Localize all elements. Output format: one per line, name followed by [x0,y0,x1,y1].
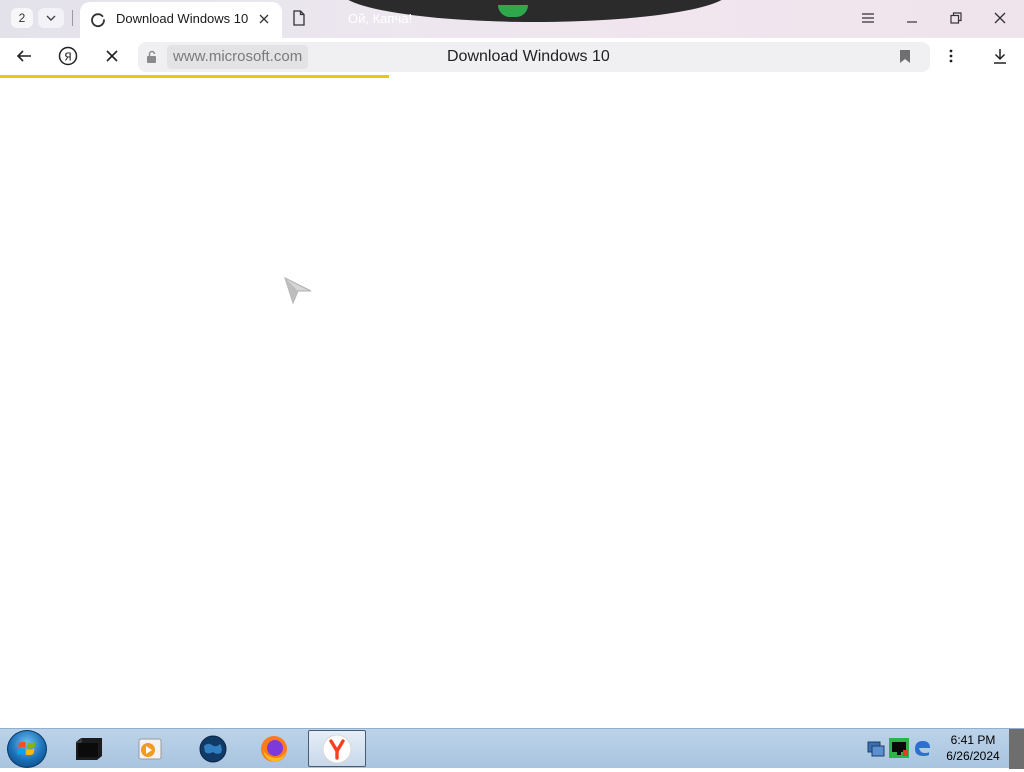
taskbar-yandex-browser[interactable] [308,730,366,767]
document-icon [293,10,305,26]
taskbar-media-player[interactable] [121,730,179,767]
taskbar-firefox[interactable] [245,730,303,767]
taskbar-globe[interactable] [184,730,242,767]
taskbar: 6:41 PM 6/26/2024 [0,728,1024,769]
page-content [0,78,1024,728]
address-page-title: Download Windows 10 [447,48,610,65]
tab-count-badge[interactable]: 2 [11,8,33,28]
clock-time: 6:41 PM [950,733,996,747]
more-vertical-icon [949,49,953,63]
arrow-left-icon [16,50,31,62]
media-player-icon [138,738,162,759]
close-window-button[interactable] [986,6,1014,30]
tab-title: Download Windows 10 [116,11,249,26]
mouse-cursor-icon [284,277,312,305]
globe-icon [199,735,227,762]
close-icon [106,50,118,62]
display-icon[interactable] [889,738,909,758]
yandex-logo-icon: Я [58,46,78,66]
clock-date: 6/26/2024 [946,749,1000,763]
back-button[interactable] [10,42,38,70]
chevron-down-icon [46,15,56,21]
network-icon[interactable] [866,738,886,758]
hamburger-menu-icon [862,13,874,23]
tab-captcha[interactable]: Ой, Капча! [286,2,466,36]
terminal-icon [76,737,102,760]
address-domain[interactable]: www.microsoft.com [167,45,309,69]
svg-text:Я: Я [64,51,72,64]
bookmark-icon[interactable] [899,49,911,64]
download-icon [994,49,1006,64]
taskbar-terminal[interactable] [60,730,118,767]
more-options-button[interactable] [937,42,965,70]
tab-download-windows[interactable]: Download Windows 10 [80,2,282,38]
start-button[interactable] [7,730,47,768]
unlocked-lock-icon[interactable] [145,50,159,64]
yandex-browser-icon [322,734,352,763]
browser-menu-button[interactable] [854,6,882,30]
system-clock[interactable]: 6:41 PM 6/26/2024 [938,732,1008,764]
tab-strip: 2 Download Windows 10 Ой, Капча! [0,0,1024,38]
restore-icon [950,12,962,24]
tab-title: Ой, Капча! [348,11,413,26]
minimize-button[interactable] [898,6,926,30]
firefox-icon [261,735,287,762]
tab-divider [72,10,73,26]
minimize-icon [907,21,917,23]
yandex-home-button[interactable]: Я [54,42,82,70]
tab-list-button[interactable] [38,8,64,28]
edge-icon[interactable] [912,738,932,758]
show-desktop-button[interactable] [1009,729,1024,769]
stop-loading-button[interactable] [98,42,126,70]
windows-logo-icon [17,741,36,756]
spinner-icon [91,13,105,28]
downloads-button[interactable] [986,42,1014,70]
tab-close-button[interactable] [256,11,272,27]
close-icon [259,14,269,24]
address-bar[interactable]: www.microsoft.com Download Windows 10 [138,42,930,72]
close-icon [994,12,1006,24]
restore-button[interactable] [942,6,970,30]
navigation-bar: Я www.microsoft.com Download Windows 10 [0,38,1024,74]
